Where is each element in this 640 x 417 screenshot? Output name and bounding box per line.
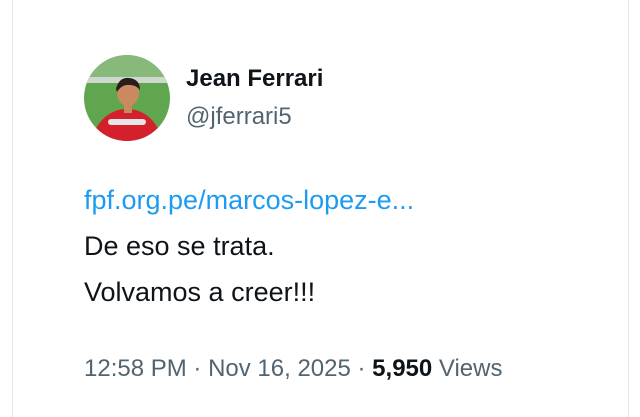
avatar-icon [84,55,170,141]
tweet-card[interactable]: Jean Ferrari @jferrari5 fpf.org.pe/marco… [84,55,624,383]
tweet-time[interactable]: 12:58 PM [84,355,187,382]
meta-separator: · [186,355,209,382]
tweet-link[interactable]: fpf.org.pe/marcos-lopez-e... [84,177,624,223]
tweet-meta: 12:58 PM · Nov 16, 2025 · 5,950 Views [84,355,624,383]
tweet-header: Jean Ferrari @jferrari5 [84,55,624,141]
meta-separator: · [350,355,373,382]
tweet-text-line-1: De eso se trata. [84,231,275,261]
tweet-date[interactable]: Nov 16, 2025 [208,355,351,382]
tweet-body: fpf.org.pe/marcos-lopez-e... De eso se t… [84,177,624,315]
tweet-text-line-2: Volvamos a creer!!! [84,277,316,307]
views-label: Views [432,355,503,382]
user-info: Jean Ferrari @jferrari5 [186,64,323,132]
views-count[interactable]: 5,950 [372,355,432,382]
avatar[interactable] [84,55,170,141]
timeline-right-border [628,0,629,417]
timeline-left-border [12,0,13,417]
tweet-screenshot: Jean Ferrari @jferrari5 fpf.org.pe/marco… [0,0,640,417]
user-handle[interactable]: @jferrari5 [186,102,323,132]
display-name[interactable]: Jean Ferrari [186,64,323,94]
